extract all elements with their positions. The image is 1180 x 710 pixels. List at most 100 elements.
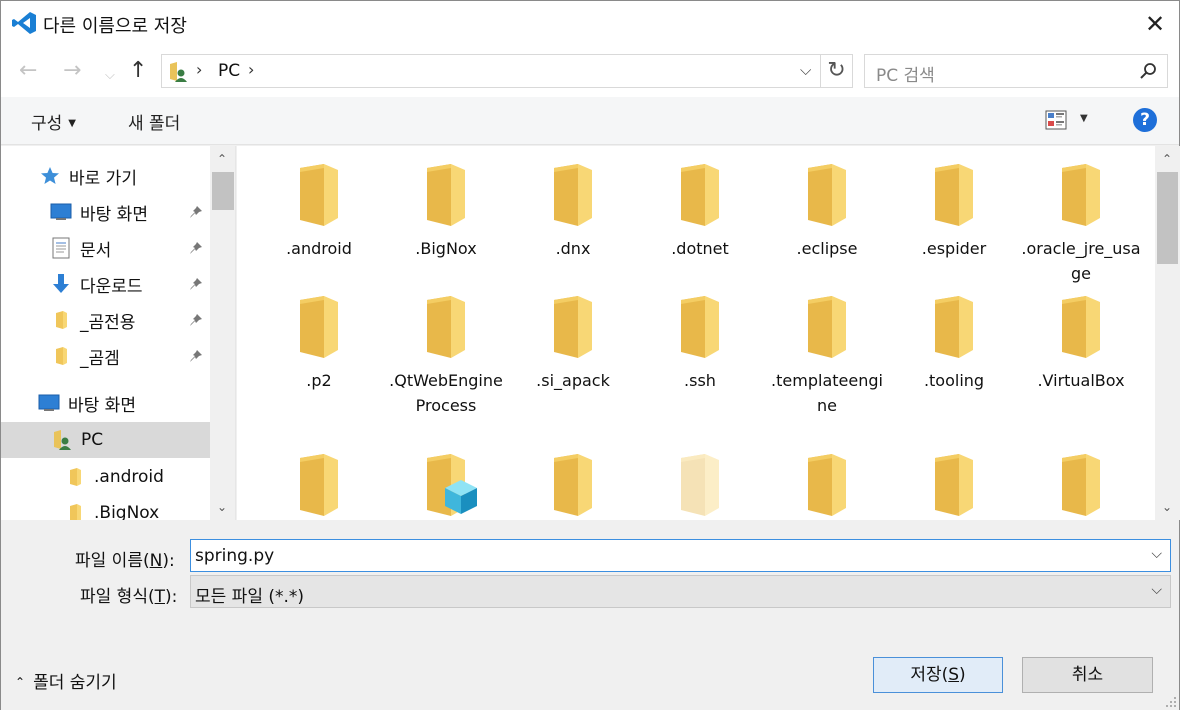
sidebar-item-label: 바탕 화면	[68, 395, 136, 416]
file-item[interactable]	[767, 450, 887, 520]
help-icon[interactable]: ?	[1133, 108, 1157, 132]
folder-icon	[50, 345, 72, 367]
folder-icon	[427, 164, 465, 226]
organize-button[interactable]: 구성 ▼	[31, 109, 76, 134]
pin-icon[interactable]	[189, 277, 203, 291]
sidebar-item-documents[interactable]: 문서	[50, 231, 210, 265]
file-item[interactable]	[894, 450, 1014, 520]
file-name: .BigNox	[415, 239, 477, 258]
vscode-icon	[12, 12, 36, 34]
pin-icon[interactable]	[189, 349, 203, 363]
file-name: .p2	[306, 371, 332, 390]
scrollbar-thumb[interactable]	[1157, 172, 1178, 264]
save-button[interactable]: 저장(S)	[873, 657, 1003, 693]
pin-icon[interactable]	[189, 205, 203, 219]
organize-label: 구성	[31, 114, 63, 134]
file-name: .android	[286, 239, 352, 258]
sidebar-item-android[interactable]: .android	[64, 460, 164, 494]
navigation-pane-scrollbar[interactable]: ⌃ ⌄	[210, 146, 235, 520]
sidebar-item-label: _곰겜	[80, 348, 120, 369]
view-menu-caret-icon[interactable]: ▼	[1080, 113, 1088, 124]
address-bar[interactable]: › PC › ⌵	[161, 54, 821, 88]
sidebar-item-quick-access[interactable]: 바로 가기	[39, 159, 137, 193]
scroll-down-icon[interactable]: ⌄	[1162, 500, 1172, 514]
file-item[interactable]: .VirtualBox	[1021, 292, 1141, 393]
sidebar-item-label: PC	[81, 430, 104, 450]
folder-icon	[554, 164, 592, 226]
refresh-button[interactable]: ↻	[821, 54, 853, 88]
file-item[interactable]: .p2	[259, 292, 379, 393]
sidebar-item-label: .android	[94, 467, 164, 487]
desktop-icon	[38, 392, 60, 414]
file-item[interactable]: .oracle_jre_usage	[1021, 160, 1141, 286]
scroll-up-icon[interactable]: ⌃	[1162, 152, 1172, 166]
file-item[interactable]: .templateengine	[767, 292, 887, 418]
file-item[interactable]: .ssh	[640, 292, 760, 393]
file-item[interactable]: .android	[259, 160, 379, 261]
scrollbar-thumb[interactable]	[212, 172, 234, 210]
sidebar-item-desktop-pinned[interactable]: 바탕 화면	[50, 195, 210, 229]
breadcrumb-pc[interactable]: PC	[218, 61, 240, 81]
pin-icon[interactable]	[189, 313, 203, 327]
cancel-button[interactable]: 취소	[1022, 657, 1153, 693]
file-item[interactable]	[1021, 450, 1141, 520]
filename-field[interactable]: spring.py ⌵	[190, 539, 1171, 572]
folder-icon	[64, 502, 86, 520]
file-item[interactable]	[640, 450, 760, 520]
folder-icon	[300, 164, 338, 226]
file-item[interactable]	[513, 450, 633, 520]
search-icon[interactable]	[1139, 62, 1157, 80]
desktop-icon	[50, 201, 72, 223]
recent-locations-button[interactable]: ⌵	[105, 64, 115, 88]
file-item[interactable]: .tooling	[894, 292, 1014, 393]
breadcrumb-chevron-icon[interactable]: ›	[196, 60, 202, 79]
folder-icon	[64, 466, 86, 488]
save-options-panel: 파일 이름(N): spring.py ⌵ 파일 형식(T): 모든 파일 (*…	[1, 520, 1179, 710]
forward-button[interactable]: →	[63, 59, 81, 83]
sidebar-item-folder-gomgem[interactable]: _곰겜	[50, 339, 210, 373]
back-button[interactable]: ←	[19, 59, 37, 83]
filetype-select[interactable]: 모든 파일 (*.*) ⌵	[190, 575, 1171, 608]
scroll-down-icon[interactable]: ⌄	[217, 500, 227, 514]
folder-icon	[681, 454, 719, 516]
search-placeholder: PC 검색	[876, 66, 935, 86]
sidebar-item-bignox[interactable]: .BigNox	[64, 496, 159, 520]
file-item[interactable]: .si_apack	[513, 292, 633, 393]
caret-down-icon: ▼	[68, 118, 76, 129]
file-item[interactable]: .QtWebEngineProcess	[386, 292, 506, 418]
file-list-scrollbar[interactable]: ⌃ ⌄	[1155, 146, 1180, 520]
sidebar-item-pc[interactable]: PC	[1, 422, 210, 458]
breadcrumb-chevron-icon[interactable]: ›	[248, 60, 254, 79]
file-item[interactable]: .dotnet	[640, 160, 760, 261]
chevron-down-icon[interactable]: ⌵	[1151, 546, 1162, 562]
file-item[interactable]: .dnx	[513, 160, 633, 261]
new-folder-button[interactable]: 새 폴더	[128, 109, 180, 134]
folder-icon	[427, 454, 477, 516]
file-item[interactable]: .espider	[894, 160, 1014, 261]
resize-grip-icon[interactable]	[1165, 696, 1177, 708]
folder-icon	[681, 164, 719, 226]
scroll-up-icon[interactable]: ⌃	[217, 152, 227, 166]
file-item[interactable]	[386, 450, 506, 520]
search-input[interactable]: PC 검색	[864, 54, 1168, 88]
file-item[interactable]	[259, 450, 379, 520]
sidebar-item-downloads[interactable]: 다운로드	[50, 267, 210, 301]
file-item[interactable]: .eclipse	[767, 160, 887, 261]
sidebar-item-label: 바로 가기	[69, 168, 137, 189]
chevron-down-icon[interactable]: ⌵	[1151, 582, 1162, 598]
sidebar-item-desktop[interactable]: 바탕 화면	[38, 386, 136, 420]
filetype-value: 모든 파일 (*.*)	[195, 587, 305, 607]
filename-value[interactable]: spring.py	[195, 546, 274, 566]
file-item[interactable]: .BigNox	[386, 160, 506, 261]
window-title: 다른 이름으로 저장	[43, 16, 187, 37]
up-button[interactable]: ↑	[129, 59, 147, 83]
close-button[interactable]: ✕	[1131, 1, 1179, 47]
pin-icon[interactable]	[189, 241, 203, 255]
folder-icon	[427, 296, 465, 358]
hide-folders-button[interactable]: ⌃ 폴더 숨기기	[15, 668, 117, 693]
view-options-icon[interactable]	[1045, 110, 1067, 130]
sidebar-item-folder-gomjeonyong[interactable]: _곰전용	[50, 303, 210, 337]
file-name: .si_apack	[536, 371, 610, 390]
pc-icon	[170, 62, 187, 82]
chevron-down-icon[interactable]: ⌵	[800, 61, 811, 79]
